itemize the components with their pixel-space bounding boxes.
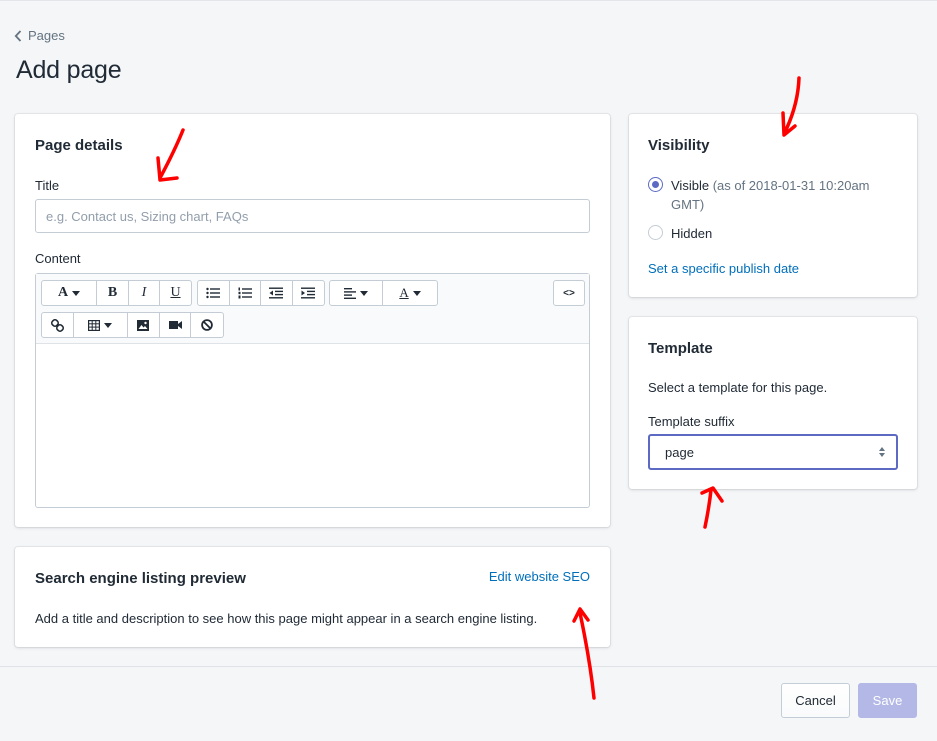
chevron-down-icon (104, 322, 113, 328)
title-input[interactable] (35, 199, 590, 233)
insert-table-button[interactable] (74, 313, 129, 337)
italic-button[interactable]: I (129, 281, 160, 305)
template-suffix-value: page (665, 444, 694, 460)
insert-link-button[interactable] (42, 313, 74, 337)
hidden-label: Hidden (671, 226, 713, 241)
top-divider (0, 0, 937, 1)
underline-button[interactable]: U (160, 281, 191, 305)
breadcrumb-label[interactable]: Pages (28, 28, 65, 43)
cancel-button[interactable]: Cancel (781, 683, 850, 718)
page-title: Add page (16, 56, 122, 84)
chevron-left-icon (14, 29, 22, 42)
insert-video-button[interactable] (160, 313, 192, 337)
template-description: Select a template for this page. (648, 380, 828, 395)
align-left-icon (344, 287, 356, 299)
align-button[interactable] (330, 281, 384, 305)
link-icon (50, 318, 64, 332)
clear-formatting-button[interactable] (191, 313, 223, 337)
insert-image-button[interactable] (128, 313, 160, 337)
bullet-list-button[interactable] (198, 281, 230, 305)
hidden-option[interactable]: Hidden (648, 224, 712, 243)
align-color-group: A (329, 280, 438, 306)
html-view-button[interactable]: <> (554, 281, 584, 305)
numbered-list-button[interactable] (230, 281, 261, 305)
text-color-button[interactable]: A (383, 281, 437, 305)
list-indent-group (197, 280, 325, 306)
block-icon (201, 319, 213, 331)
editor-toolbar: A B I U A <> (36, 274, 589, 344)
seo-preview-card: Search engine listing preview Edit websi… (15, 547, 610, 647)
title-label: Title (35, 178, 60, 193)
font-icon: A (57, 285, 69, 300)
hidden-radio[interactable] (648, 225, 663, 240)
page-details-card: Page details Title Content A B I U (15, 114, 610, 527)
font-style-button[interactable]: A (42, 281, 97, 305)
visible-option[interactable]: Visible (as of 2018-01-31 10:20am GMT) (648, 176, 888, 214)
select-arrows-icon (879, 447, 885, 457)
visible-option-text: Visible (as of 2018-01-31 10:20am GMT) (671, 176, 888, 214)
visible-radio[interactable] (648, 177, 663, 192)
visibility-heading: Visibility (648, 137, 710, 154)
html-group: <> (553, 280, 585, 306)
table-icon (88, 319, 101, 331)
content-label: Content (35, 251, 81, 266)
template-suffix-label: Template suffix (648, 414, 735, 429)
edit-seo-link[interactable]: Edit website SEO (489, 569, 590, 584)
editor-content-area[interactable] (36, 344, 589, 507)
seo-description: Add a title and description to see how t… (35, 611, 538, 626)
breadcrumb[interactable]: Pages (14, 28, 65, 43)
numbered-list-icon (238, 287, 252, 299)
indent-button[interactable] (293, 281, 324, 305)
seo-heading: Search engine listing preview (35, 570, 246, 587)
text-format-group: A B I U (41, 280, 192, 306)
bullet-list-icon (206, 287, 221, 299)
publish-date-link[interactable]: Set a specific publish date (648, 261, 799, 276)
outdent-icon (269, 287, 284, 299)
chevron-down-icon (412, 290, 421, 296)
text-color-icon: A (399, 285, 409, 300)
template-heading: Template (648, 340, 713, 357)
chevron-down-icon (72, 290, 81, 296)
visibility-card: Visibility Visible (as of 2018-01-31 10:… (629, 114, 917, 297)
rich-text-editor: A B I U A <> (35, 273, 590, 508)
template-suffix-select[interactable]: page (648, 434, 898, 470)
chevron-down-icon (360, 290, 368, 296)
annotation-arrow-template (700, 486, 724, 529)
visible-label: Visible (671, 178, 710, 193)
video-camera-icon (168, 321, 182, 329)
image-icon (137, 319, 150, 331)
outdent-button[interactable] (261, 281, 293, 305)
indent-icon (301, 287, 316, 299)
save-button[interactable]: Save (858, 683, 917, 718)
page-details-heading: Page details (35, 137, 123, 154)
template-card: Template Select a template for this page… (629, 317, 917, 489)
bold-button[interactable]: B (97, 281, 129, 305)
footer-divider (0, 666, 937, 667)
insert-group (41, 312, 224, 338)
